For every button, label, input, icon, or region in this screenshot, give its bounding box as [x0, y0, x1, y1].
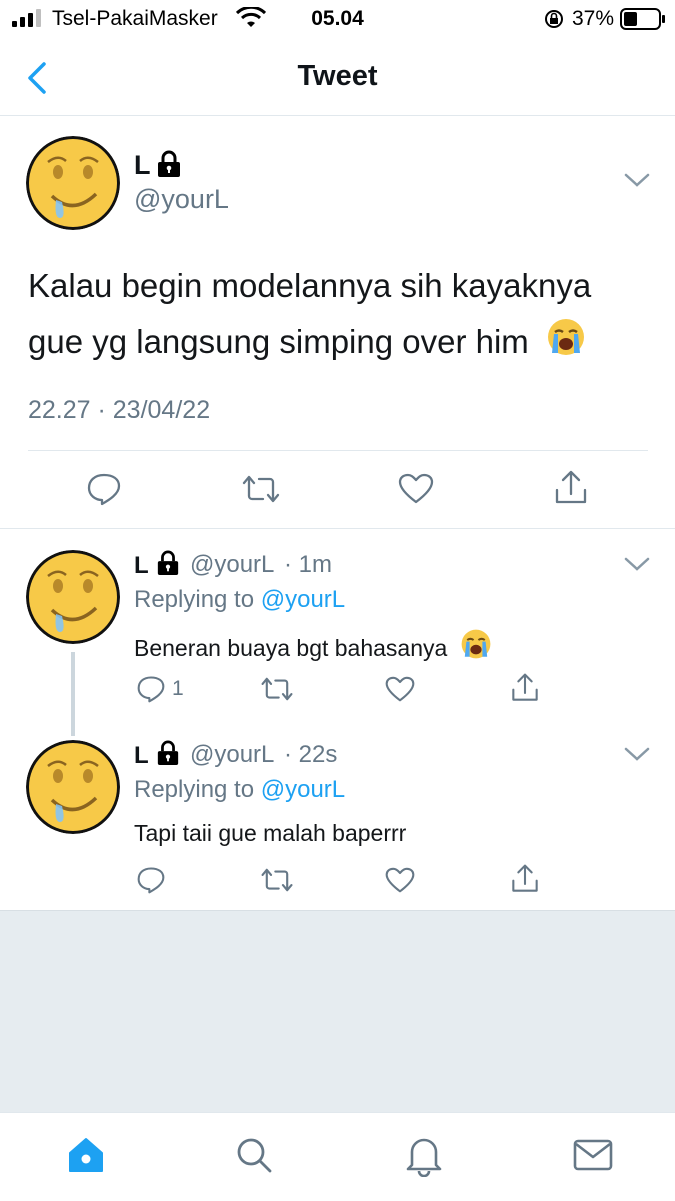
- reply-text-content: Tapi taii gue malah baperrr: [134, 820, 407, 846]
- share-icon[interactable]: [510, 673, 540, 703]
- like-heart-icon[interactable]: [385, 676, 415, 703]
- avatar[interactable]: [26, 550, 120, 644]
- drooling-face-avatar-icon: [26, 136, 120, 230]
- status-bar: Tsel-PakaiMasker 05.04 37%: [0, 0, 675, 38]
- loudly-crying-face-emoji-icon: [461, 629, 491, 659]
- reply-icon[interactable]: [86, 472, 122, 506]
- like-heart-icon[interactable]: [385, 867, 415, 894]
- drooling-face-avatar-icon: [26, 550, 120, 644]
- home-icon[interactable]: [66, 1135, 106, 1175]
- tweet-text-line: Kalau begin modelannya sih kayaknya: [28, 267, 592, 304]
- loudly-crying-face-emoji-icon: [547, 319, 584, 355]
- battery-icon: [620, 8, 665, 30]
- battery-percent: 37%: [572, 7, 615, 30]
- chevron-down-icon[interactable]: [624, 556, 650, 572]
- search-icon[interactable]: [234, 1135, 274, 1175]
- tweet-text: Kalau begin modelannya sih kayaknya gue …: [28, 258, 648, 370]
- divider: [28, 450, 648, 451]
- replying-to-label: Replying to: [134, 586, 255, 613]
- author-name: L: [134, 150, 151, 180]
- reply-tweet[interactable]: L @yourL · 22s Replying to @yourL Tapi t…: [0, 720, 675, 910]
- replying-to: Replying to @yourL: [134, 776, 345, 804]
- empty-area: [0, 910, 675, 1113]
- avatar[interactable]: [26, 136, 120, 230]
- page-title: Tweet: [297, 60, 378, 92]
- bell-icon[interactable]: [404, 1133, 444, 1177]
- tab-bar: [0, 1112, 675, 1201]
- lock-icon: [158, 150, 180, 177]
- author-handle[interactable]: @yourL: [190, 741, 274, 769]
- lock-icon: [157, 740, 179, 765]
- chevron-down-icon[interactable]: [624, 172, 650, 188]
- reply-age: · 22s: [284, 741, 338, 768]
- author-handle[interactable]: @yourL: [134, 184, 229, 215]
- reply-age: · 1m: [284, 551, 332, 578]
- divider: [0, 528, 675, 529]
- reply-tweet[interactable]: L @yourL · 1m Replying to @yourL Beneran…: [0, 530, 675, 720]
- drooling-face-avatar-icon: [26, 740, 120, 834]
- retweet-icon[interactable]: [241, 474, 281, 504]
- replying-to-label: Replying to: [134, 776, 255, 803]
- reply-count: 1: [172, 677, 184, 700]
- lock-icon: [157, 550, 179, 575]
- reply-text: Beneran buaya bgt bahasanya: [134, 628, 492, 662]
- retweet-icon[interactable]: [260, 676, 294, 702]
- replying-to-handle-link[interactable]: @yourL: [261, 586, 345, 613]
- share-icon[interactable]: [510, 864, 540, 894]
- reply-icon[interactable]: [136, 675, 166, 703]
- nav-bar: Tweet: [0, 38, 675, 116]
- replying-to-handle-link[interactable]: @yourL: [261, 776, 345, 803]
- author-handle[interactable]: @yourL: [190, 551, 274, 579]
- share-icon[interactable]: [553, 470, 589, 506]
- avatar[interactable]: [26, 740, 120, 834]
- replying-to: Replying to @yourL: [134, 586, 345, 614]
- tweet-timestamp: 22.27 · 23/04/22: [28, 396, 211, 424]
- tweet-text-line: gue yg langsung simping over him: [28, 323, 529, 360]
- author-name: L: [134, 552, 149, 579]
- orientation-lock-icon: [545, 10, 563, 28]
- chevron-down-icon[interactable]: [624, 746, 650, 762]
- reply-icon[interactable]: [136, 866, 166, 894]
- like-heart-icon[interactable]: [398, 473, 434, 505]
- retweet-icon[interactable]: [260, 867, 294, 893]
- reply-text-content: Beneran buaya bgt bahasanya: [134, 635, 448, 661]
- mail-icon[interactable]: [572, 1137, 614, 1173]
- author-name: L: [134, 742, 149, 769]
